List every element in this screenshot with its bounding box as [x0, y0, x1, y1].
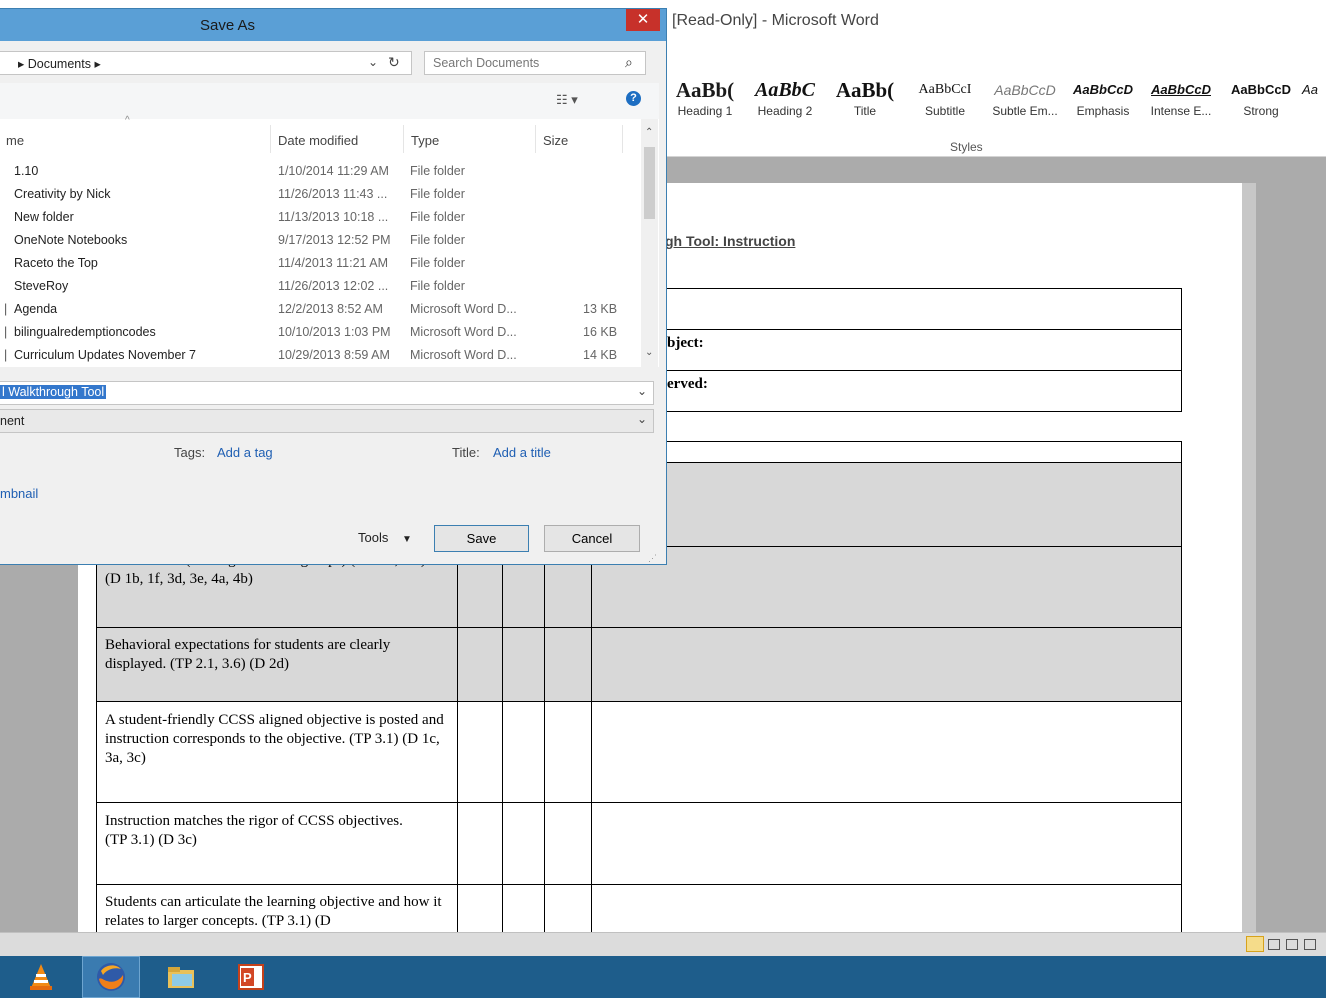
- filename-field[interactable]: l Walkthrough Tool ⌄: [0, 381, 654, 405]
- search-input[interactable]: Search Documents ⌕: [424, 51, 646, 75]
- subject-label: bject:: [667, 335, 704, 351]
- criterion-text: Instruction matches the rigor of CCSS ob…: [105, 813, 403, 848]
- read-mode-icon[interactable]: [1268, 939, 1280, 950]
- scroll-up-icon[interactable]: ⌃: [645, 127, 653, 138]
- filename-value: l Walkthrough Tool: [0, 385, 107, 399]
- refresh-icon[interactable]: ↻: [388, 54, 400, 71]
- add-tag-link[interactable]: Add a tag: [217, 445, 273, 460]
- outline-view-icon[interactable]: [1304, 939, 1316, 950]
- style-intense-emphasis[interactable]: AaBbCcD Intense E...: [1142, 76, 1220, 118]
- style-subtitle[interactable]: AaBbCcI Subtitle: [906, 76, 984, 118]
- firefox-icon[interactable]: [82, 956, 140, 998]
- address-bar[interactable]: ▸ Documents ▸ ⌄ ↻: [0, 51, 412, 75]
- tools-button[interactable]: Tools ▼: [358, 530, 412, 545]
- style-heading-2[interactable]: AaBbC Heading 2: [746, 76, 824, 118]
- style-heading-1[interactable]: AaBb( Heading 1: [666, 76, 744, 118]
- title-label: Title:: [452, 445, 480, 460]
- list-item[interactable]: 1.10 1/10/2014 11:29 AM File folder: [0, 160, 640, 183]
- dialog-title: Save As: [199, 17, 256, 34]
- tags-label: Tags:: [174, 445, 206, 460]
- status-bar: [0, 932, 1326, 957]
- list-item[interactable]: New folder 11/13/2013 10:18 ... File fol…: [0, 206, 640, 229]
- styles-group-label: Styles: [950, 140, 983, 154]
- column-type[interactable]: Type: [411, 133, 439, 148]
- styles-ribbon: AaBb( Heading 1 AaBbC Heading 2 AaBb( Ti…: [660, 48, 1326, 157]
- column-name[interactable]: me: [6, 133, 24, 148]
- criterion-text: Students can articulate the learning obj…: [105, 894, 442, 929]
- doc-heading: gh Tool: Instruction: [665, 233, 796, 249]
- resize-grip-icon[interactable]: ⋰: [648, 553, 657, 564]
- save-thumbnail-label[interactable]: mbnail: [0, 486, 38, 501]
- style-strong[interactable]: AaBbCcD Strong: [1222, 76, 1300, 118]
- list-item[interactable]: Creativity by Nick 11/26/2013 11:43 ... …: [0, 183, 640, 206]
- style-subtle-emphasis[interactable]: AaBbCcD Subtle Em...: [986, 76, 1064, 118]
- column-size[interactable]: Size: [543, 133, 568, 148]
- save-as-type-select[interactable]: nent ⌄: [0, 409, 654, 433]
- cancel-button[interactable]: Cancel: [544, 525, 640, 552]
- dropdown-arrow-icon: ▼: [401, 534, 412, 545]
- save-as-dialog: Save As ✕ ▸ Documents ▸ ⌄ ↻ Search Docum…: [0, 8, 667, 565]
- dialog-titlebar[interactable]: Save As ✕: [0, 9, 666, 41]
- sort-arrow-icon: ^: [125, 115, 130, 126]
- save-as-type-value: nent: [0, 414, 25, 428]
- list-item[interactable]: Raceto the Top 11/4/2013 11:21 AM File f…: [0, 252, 640, 275]
- chevron-down-icon[interactable]: ⌄: [368, 55, 378, 69]
- search-placeholder: Search Documents: [433, 56, 540, 70]
- chevron-down-icon[interactable]: ⌄: [637, 384, 647, 398]
- web-layout-icon[interactable]: [1286, 939, 1298, 950]
- add-title-link[interactable]: Add a title: [493, 445, 551, 460]
- style-more[interactable]: Aa: [1294, 76, 1326, 104]
- close-button[interactable]: ✕: [626, 9, 660, 31]
- breadcrumb: ▸ Documents ▸: [18, 57, 101, 71]
- save-button[interactable]: Save: [434, 525, 529, 552]
- style-emphasis[interactable]: AaBbCcD Emphasis: [1064, 76, 1142, 118]
- style-title[interactable]: AaBb( Title: [826, 76, 904, 118]
- dialog-body: ▸ Documents ▸ ⌄ ↻ Search Documents ⌕ ☷ ▾…: [0, 41, 659, 563]
- list-item[interactable]: | Curriculum Updates November 7 10/29/20…: [0, 344, 640, 367]
- file-explorer-icon[interactable]: [152, 956, 210, 998]
- scrollbar[interactable]: ⌃ ⌄: [641, 119, 658, 367]
- view-options-icon[interactable]: ☷ ▾: [556, 92, 578, 108]
- criterion-text: Behavioral expectations for students are…: [105, 637, 391, 672]
- table-row: A student-friendly CCSS aligned objectiv…: [96, 701, 1182, 803]
- help-icon[interactable]: ?: [626, 91, 641, 106]
- column-date-modified[interactable]: Date modified: [278, 133, 358, 148]
- print-layout-icon[interactable]: [1246, 936, 1264, 952]
- criterion-text: A student-friendly CCSS aligned objectiv…: [105, 712, 444, 766]
- file-list: ^ me Date modified Type Size 1.10 1/10/2…: [0, 115, 659, 367]
- scrollbar-thumb[interactable]: [644, 147, 655, 219]
- command-bar: ☷ ▾ ?: [0, 83, 659, 120]
- taskbar: P: [0, 956, 1326, 998]
- list-item[interactable]: SteveRoy 11/26/2013 12:02 ... File folde…: [0, 275, 640, 298]
- list-item[interactable]: | bilingualredemptioncodes 10/10/2013 1:…: [0, 321, 640, 344]
- powerpoint-icon[interactable]: P: [222, 956, 280, 998]
- svg-text:P: P: [243, 970, 252, 985]
- scroll-down-icon[interactable]: ⌄: [645, 347, 653, 358]
- observed-label: erved:: [667, 376, 708, 392]
- list-item[interactable]: OneNote Notebooks 9/17/2013 12:52 PM Fil…: [0, 229, 640, 252]
- window-title: [Read-Only] - Microsoft Word: [672, 12, 879, 29]
- search-icon[interactable]: ⌕: [625, 54, 633, 71]
- table-row: Instruction matches the rigor of CCSS ob…: [96, 802, 1182, 885]
- chevron-down-icon[interactable]: ⌄: [637, 412, 647, 426]
- table-row: Behavioral expectations for students are…: [96, 627, 1182, 702]
- vlc-icon[interactable]: [12, 956, 70, 998]
- list-item[interactable]: | Agenda 12/2/2013 8:52 AM Microsoft Wor…: [0, 298, 640, 321]
